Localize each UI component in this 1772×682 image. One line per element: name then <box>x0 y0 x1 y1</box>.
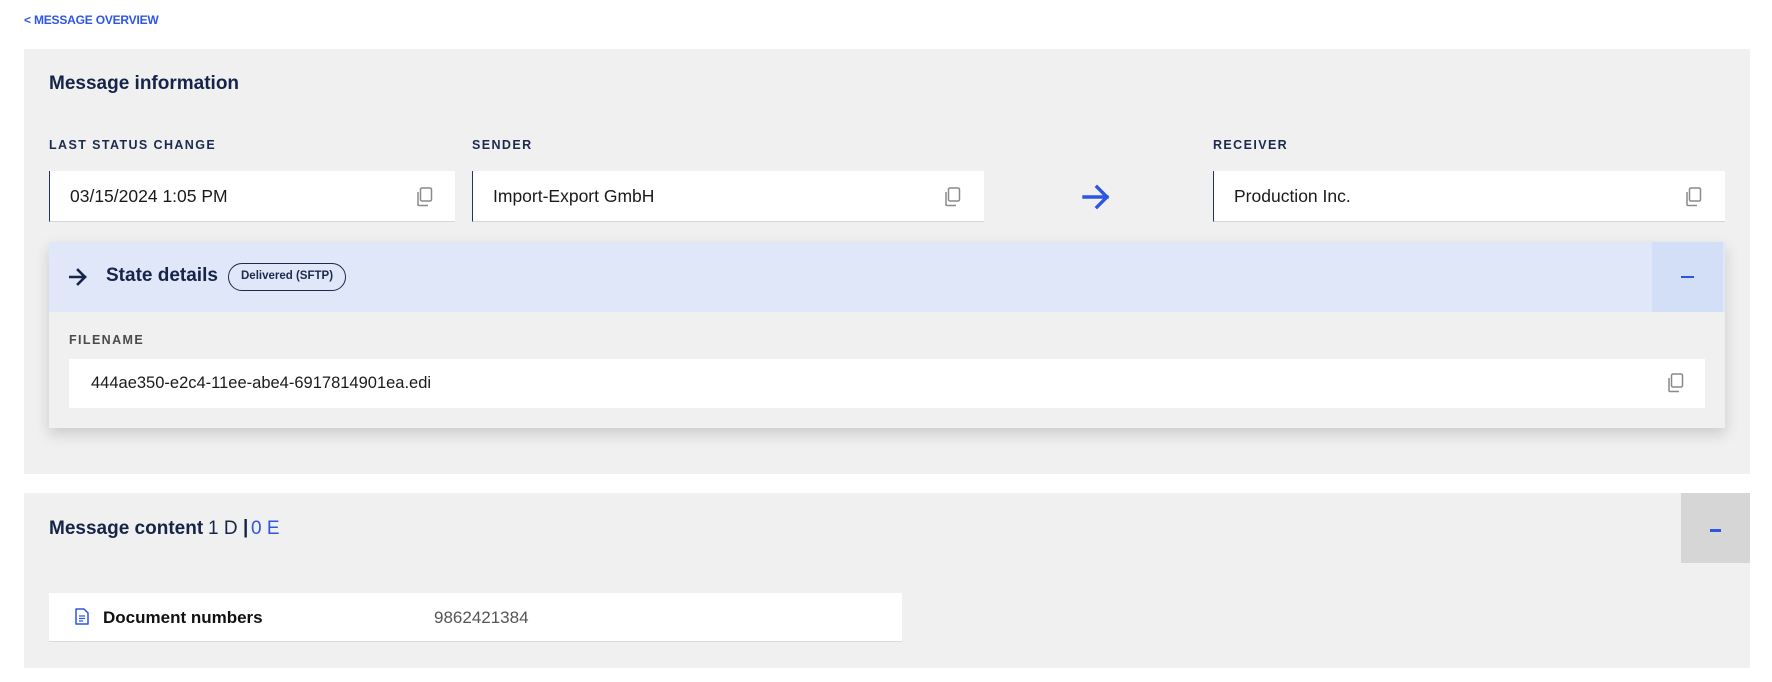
message-content-collapse-button[interactable] <box>1681 493 1750 563</box>
status-badge: Delivered (SFTP) <box>228 263 347 291</box>
arrow-right-icon <box>69 268 87 286</box>
state-details-collapse-button[interactable] <box>1652 242 1723 312</box>
state-details-header[interactable]: State details Delivered (SFTP) <box>49 242 1725 312</box>
document-count: 1 D <box>208 518 238 539</box>
state-details-card: State details Delivered (SFTP) FILENAME … <box>49 242 1725 428</box>
error-count[interactable]: 0 E <box>251 518 280 540</box>
arrow-right-icon <box>1082 184 1110 210</box>
minus-icon <box>1710 529 1721 532</box>
message-information-title: Message information <box>49 73 240 94</box>
message-content-panel: Message content 1 D | 0 E Document numbe… <box>24 493 1750 668</box>
copy-icon[interactable] <box>943 187 961 207</box>
state-details-title: State details <box>106 265 218 286</box>
document-numbers-value: 9862421384 <box>434 608 529 627</box>
document-icon <box>75 608 89 625</box>
filename-value: 444ae350-e2c4-11ee-abe4-6917814901ea.edi <box>91 374 432 392</box>
filename-field: 444ae350-e2c4-11ee-abe4-6917814901ea.edi <box>69 359 1705 408</box>
last-status-change-field: 03/15/2024 1:05 PM <box>49 171 455 222</box>
receiver-field: Production Inc. <box>1213 171 1725 222</box>
last-status-change-value: 03/15/2024 1:05 PM <box>70 186 228 206</box>
minus-icon <box>1681 276 1694 278</box>
copy-icon[interactable] <box>1684 187 1702 207</box>
message-content-title: Message content <box>49 518 204 539</box>
message-information-panel: Message information LAST STATUS CHANGE S… <box>24 49 1750 474</box>
copy-icon[interactable] <box>1666 373 1684 393</box>
count-separator: | <box>243 517 249 538</box>
filename-label: FILENAME <box>69 333 145 347</box>
document-numbers-row: Document numbers 9862421384 <box>49 593 902 642</box>
sender-value: Import-Export GmbH <box>493 186 655 206</box>
copy-icon[interactable] <box>415 187 433 207</box>
back-to-message-overview-link[interactable]: < MESSAGE OVERVIEW <box>24 13 159 27</box>
sender-label: SENDER <box>472 138 533 152</box>
sender-field: Import-Export GmbH <box>472 171 984 222</box>
last-status-change-label: LAST STATUS CHANGE <box>49 138 217 152</box>
document-numbers-label: Document numbers <box>103 608 263 627</box>
receiver-label: RECEIVER <box>1213 138 1289 152</box>
receiver-value: Production Inc. <box>1234 186 1351 206</box>
